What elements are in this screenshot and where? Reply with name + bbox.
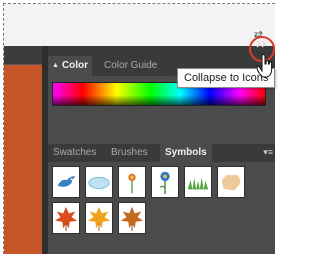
tab-brushes[interactable]: Brushes — [106, 144, 153, 162]
splat-icon — [221, 174, 241, 191]
tab-color[interactable]: ▲ Color — [48, 56, 93, 76]
symbol-splat[interactable] — [217, 166, 245, 198]
symbol-leaf-orange[interactable] — [85, 202, 113, 234]
hand-pointer-icon — [256, 54, 273, 78]
tab-symbols[interactable]: Symbols — [160, 144, 212, 162]
leaf-brown-icon — [120, 206, 144, 231]
library-panel-tabbar: Swatches Brushes Symbols ▾≡ — [48, 144, 275, 162]
panel-options-toggle-icon[interactable]: ▲ — [52, 62, 59, 69]
symbol-grass[interactable] — [184, 166, 212, 198]
blue-bird-icon — [57, 176, 76, 187]
panel-dock-header[interactable] — [48, 46, 275, 56]
symbol-leaf-red[interactable] — [52, 202, 80, 234]
leaf-red-icon — [54, 206, 78, 231]
collapse-arrows-icon[interactable] — [256, 40, 268, 48]
symbol-flower-small[interactable] — [118, 166, 146, 198]
panel-menu-icon[interactable]: ▾≡ — [263, 148, 273, 157]
symbol-blue-flower[interactable] — [151, 166, 179, 198]
workspace-top-bar: ⇄ — [4, 4, 275, 46]
panel-spacer — [48, 116, 275, 144]
blue-flower-icon — [159, 171, 170, 195]
document-area — [4, 46, 48, 254]
flower-small-icon — [128, 173, 136, 194]
tab-swatches[interactable]: Swatches — [48, 144, 101, 162]
cloud-icon — [88, 176, 110, 189]
symbol-leaf-brown[interactable] — [118, 202, 146, 234]
grass-icon — [187, 177, 209, 190]
tab-color-guide[interactable]: Color Guide — [100, 56, 161, 76]
artboard-preview — [4, 65, 42, 254]
symbol-blue-bird[interactable] — [52, 166, 80, 198]
symbol-cloud[interactable] — [85, 166, 113, 198]
symbols-grid — [52, 166, 272, 254]
leaf-orange-icon — [87, 206, 111, 231]
